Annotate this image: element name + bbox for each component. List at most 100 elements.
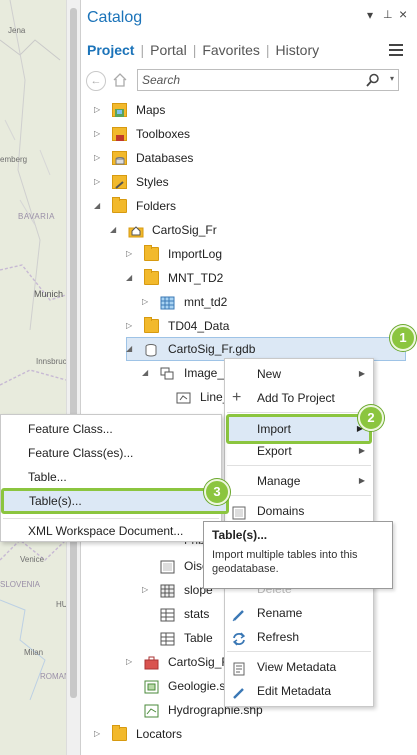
collapse-chevron-icon[interactable]: ◢ [110, 219, 120, 241]
tab-history[interactable]: History [276, 42, 320, 58]
submenu-item-feature-class[interactable]: Feature Class... [1, 417, 221, 441]
collapse-chevron-icon[interactable]: ◢ [126, 338, 136, 360]
tree-item-toolboxes[interactable]: ▷ Toolboxes [81, 123, 417, 145]
tree-label: stats [184, 607, 210, 621]
search-icon[interactable] [366, 73, 380, 87]
menu-label: Refresh [257, 630, 300, 644]
database-folder-icon [112, 151, 127, 165]
expand-chevron-icon[interactable]: ▷ [126, 243, 136, 265]
expand-chevron-icon[interactable]: ▷ [126, 315, 136, 337]
map-scrollbar[interactable] [66, 0, 80, 755]
line-feature-class-icon [176, 390, 191, 404]
menu-label: Rename [257, 606, 303, 620]
submenu-item-xml-workspace[interactable]: XML Workspace Document... [1, 519, 221, 543]
tree-item-databases[interactable]: ▷ Databases [81, 147, 417, 169]
menu-item-new[interactable]: New ▶ [225, 362, 373, 386]
menu-label: Feature Class(es)... [28, 446, 134, 460]
menu-item-rename[interactable]: Rename [225, 601, 373, 625]
pin-icon[interactable]: ⊥ [383, 8, 393, 21]
tree-item-styles[interactable]: ▷ Styles [81, 171, 417, 193]
tooltip: Table(s)... Import multiple tables into … [203, 521, 393, 589]
styles-folder-icon [112, 175, 127, 189]
tree-label: Databases [136, 151, 194, 165]
submenu-arrow-icon: ▶ [358, 476, 365, 485]
tree-label: mnt_td2 [184, 295, 228, 309]
tooltip-title: Table(s)... [212, 528, 268, 542]
tree-item-importlog[interactable]: ▷ ImportLog [81, 243, 417, 265]
refresh-icon [232, 630, 246, 646]
close-icon[interactable]: × [399, 6, 407, 22]
menu-item-view-metadata[interactable]: View Metadata [225, 655, 373, 679]
menu-icon[interactable] [389, 44, 403, 56]
menu-item-domains[interactable]: Domains [225, 499, 373, 523]
expand-chevron-icon[interactable]: ▷ [94, 99, 104, 121]
menu-item-manage[interactable]: Manage ▶ [225, 469, 373, 493]
map-view[interactable]: Jena emberg BAVARIA Munich Innsbruck Ven… [0, 0, 80, 755]
rename-pencil-icon [232, 606, 246, 622]
tree-label: Toolboxes [136, 127, 191, 141]
tree-item-locators[interactable]: ▷ Locators [81, 723, 417, 745]
pane-title: Catalog [87, 9, 143, 26]
folder-icon [112, 197, 127, 213]
search-box[interactable]: ▾ [137, 69, 399, 91]
tree-item-mnt-td2[interactable]: ◢ MNT_TD2 [81, 267, 417, 289]
tree-label: CartoSig_F [168, 655, 229, 669]
home-icon[interactable] [112, 72, 128, 88]
tree-item-td04-data[interactable]: ▷ TD04_Data [81, 315, 417, 337]
menu-separator [227, 465, 371, 466]
map-label: Milan [24, 648, 44, 657]
map-label: SLOVENIA [0, 580, 41, 589]
menu-item-edit-metadata[interactable]: Edit Metadata [225, 679, 373, 703]
map-label: Munich [34, 289, 64, 299]
expand-chevron-icon[interactable]: ▷ [94, 123, 104, 145]
tree-label: Maps [136, 103, 166, 117]
menu-label: View Metadata [257, 660, 337, 674]
tree-item-cartosig-fr-gdb[interactable]: ◢ CartoSig_Fr.gdb [81, 338, 417, 360]
expand-chevron-icon[interactable]: ▷ [126, 651, 136, 673]
menu-label: Manage [257, 474, 301, 488]
map-label: BAVARIA [18, 212, 55, 221]
expand-chevron-icon[interactable]: ▷ [94, 171, 104, 193]
menu-label: Edit Metadata [257, 684, 332, 698]
tree-label: CartoSig_Fr [152, 223, 217, 237]
import-submenu: Feature Class... Feature Class(es)... Ta… [0, 414, 229, 543]
menu-separator [227, 651, 371, 652]
map-scrollbar-thumb[interactable] [70, 8, 77, 698]
tab-portal[interactable]: Portal [150, 42, 187, 58]
expand-chevron-icon[interactable]: ▷ [142, 291, 152, 313]
collapse-chevron-icon[interactable]: ◢ [126, 267, 136, 289]
tree-label: TD04_Data [168, 319, 230, 333]
geodatabase-icon [144, 342, 159, 357]
search-input[interactable] [138, 70, 368, 90]
collapse-chevron-icon[interactable]: ◢ [142, 362, 152, 384]
submenu-item-feature-classes[interactable]: Feature Class(es)... [1, 441, 221, 465]
submenu-item-table[interactable]: Table... [1, 465, 221, 489]
tree-label: Locators [136, 727, 183, 741]
pane-options-icon[interactable]: ▾ [367, 8, 373, 22]
tab-project[interactable]: Project [87, 42, 134, 58]
tree-label: Table [184, 631, 213, 645]
collapse-chevron-icon[interactable]: ◢ [94, 195, 104, 217]
menu-separator [227, 412, 371, 413]
submenu-item-tables[interactable]: Table(s)... [1, 488, 229, 514]
table-icon [160, 631, 175, 646]
tree-item-cartosig-fr[interactable]: ◢ CartoSig_Fr [81, 219, 417, 241]
expand-chevron-icon[interactable]: ▷ [94, 723, 104, 745]
back-button[interactable]: ← [86, 71, 106, 91]
tab-favorites[interactable]: Favorites [202, 42, 260, 58]
tree-item-maps[interactable]: ▷ Maps [81, 99, 417, 121]
menu-item-refresh[interactable]: Refresh [225, 625, 373, 649]
expand-chevron-icon[interactable]: ▷ [142, 579, 152, 601]
search-options-chevron-down-icon[interactable]: ▾ [390, 74, 394, 83]
tree-item-mnt-td2-raster[interactable]: ▷ mnt_td2 [81, 291, 417, 313]
map-label: Jena [8, 26, 26, 35]
tree-item-folders[interactable]: ◢ Folders [81, 195, 417, 217]
tree-label: Geologie.sh [168, 679, 233, 693]
menu-label: Table... [28, 470, 67, 484]
menu-item-add-to-project[interactable]: + Add To Project [225, 386, 373, 410]
tooltip-body: Import multiple tables into this geodata… [212, 549, 358, 575]
folder-icon [144, 269, 159, 285]
menu-item-export[interactable]: Export ▶ [225, 439, 373, 463]
expand-chevron-icon[interactable]: ▷ [94, 147, 104, 169]
table-icon [160, 607, 175, 622]
